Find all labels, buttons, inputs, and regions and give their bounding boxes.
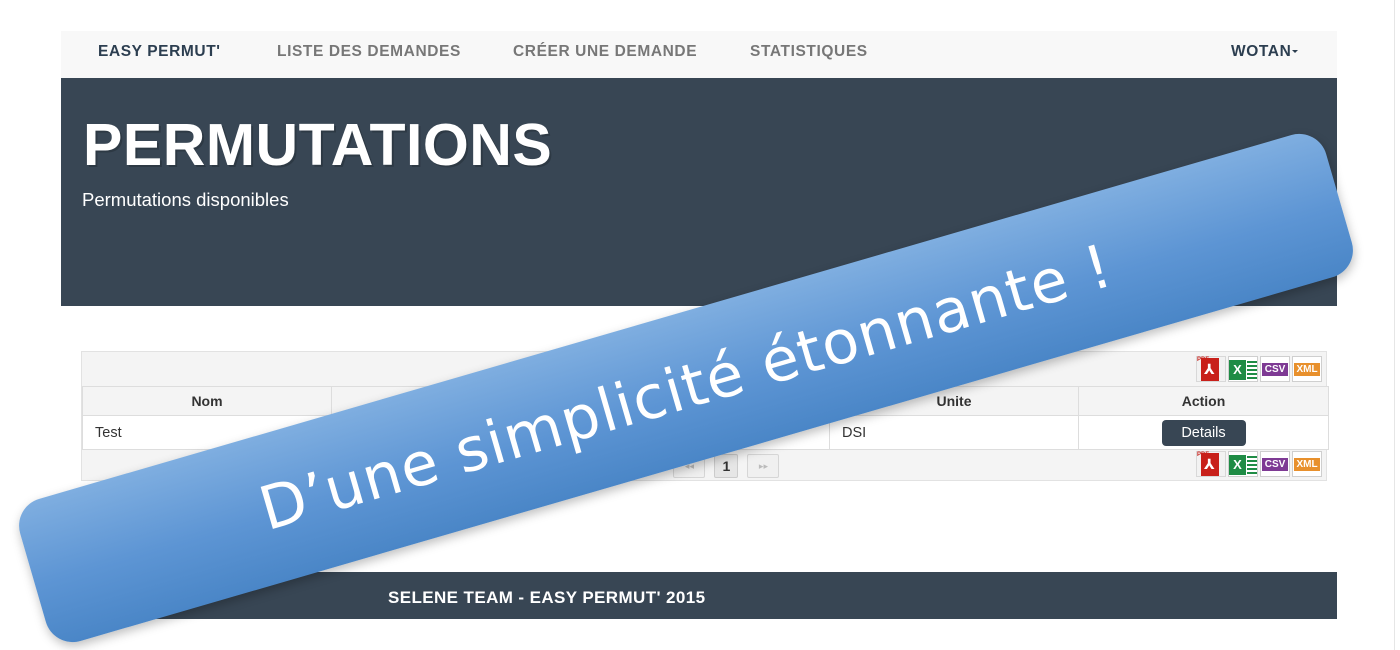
page-subtitle: Permutations disponibles <box>82 189 289 210</box>
xml-icon[interactable]: XML <box>1292 451 1322 477</box>
nav-statistiques[interactable]: STATISTIQUES <box>750 31 868 78</box>
nav-creer-une-demande[interactable]: CRÉER UNE DEMANDE <box>513 31 697 78</box>
csv-icon[interactable]: CSV <box>1260 356 1290 382</box>
footer-text: SELENE TEAM - EASY PERMUT' 2015 <box>388 588 706 607</box>
top-navbar: EASY PERMUT' LISTE DES DEMANDES CRÉER UN… <box>61 31 1337 78</box>
cell-unite: DSI <box>829 415 1079 450</box>
cell-action: Details <box>1078 415 1329 450</box>
page-title: PERMUTATIONS <box>83 112 553 178</box>
user-name: WOTAN <box>1231 43 1292 60</box>
pdf-icon[interactable]: ⅄ PDF <box>1196 451 1226 477</box>
next-page-button[interactable]: ▸▸ <box>747 454 780 478</box>
export-toolbar-bottom: ⅄ PDF X CSV XML <box>1196 451 1322 477</box>
nav-liste-des-demandes[interactable]: LISTE DES DEMANDES <box>277 31 461 78</box>
excel-icon[interactable]: X <box>1228 356 1258 382</box>
export-toolbar-top: ⅄ PDF X CSV XML <box>1196 356 1322 382</box>
caret-down-icon <box>1292 50 1299 54</box>
page-1-button[interactable]: 1 <box>714 454 739 478</box>
details-button[interactable]: Details <box>1161 419 1246 446</box>
pdf-icon[interactable]: ⅄ PDF <box>1196 356 1226 382</box>
xml-icon[interactable]: XML <box>1292 356 1322 382</box>
page-edge <box>1394 0 1400 650</box>
column-header-nom[interactable]: Nom <box>82 386 332 416</box>
csv-icon[interactable]: CSV <box>1260 451 1290 477</box>
navbar-brand[interactable]: EASY PERMUT' <box>98 31 221 78</box>
column-header-action[interactable]: Action <box>1078 386 1329 416</box>
user-menu[interactable]: WOTAN <box>1231 31 1299 78</box>
excel-icon[interactable]: X <box>1228 451 1258 477</box>
